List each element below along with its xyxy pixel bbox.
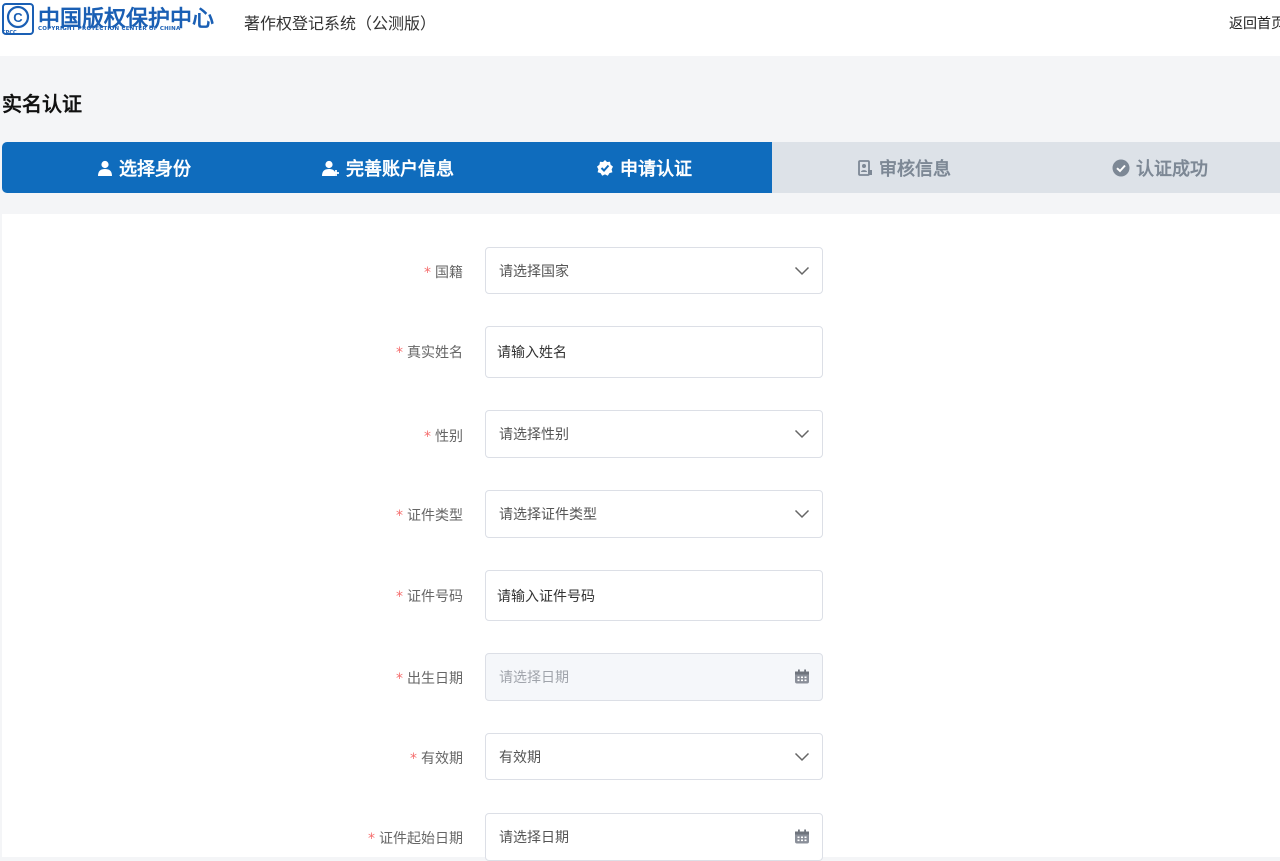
step-label: 申请认证 bbox=[620, 158, 692, 180]
badge-check-icon bbox=[596, 159, 614, 177]
step-label: 选择身份 bbox=[119, 158, 191, 180]
user-add-icon bbox=[322, 160, 340, 176]
step-label: 审核信息 bbox=[879, 158, 951, 180]
gender-select[interactable]: 请选择性别 bbox=[485, 410, 823, 458]
label-text: 性别 bbox=[435, 429, 463, 445]
chevron-down-icon bbox=[794, 266, 810, 276]
label-text: 国籍 bbox=[435, 265, 463, 281]
required-mark: * bbox=[424, 429, 431, 445]
id-type-select[interactable]: 请选择证件类型 bbox=[485, 490, 823, 538]
select-placeholder: 有效期 bbox=[499, 749, 541, 766]
id-number-label: * 证件号码 bbox=[396, 586, 463, 606]
required-mark: * bbox=[396, 671, 403, 687]
step-review-info: 审核信息 bbox=[792, 142, 1016, 193]
label-text: 证件起始日期 bbox=[379, 831, 463, 847]
logo-english-name: COPYRIGHT PROTECTION CENTER OF CHINA bbox=[38, 26, 181, 32]
step-certification-success: 认证成功 bbox=[1048, 142, 1272, 193]
required-mark: * bbox=[396, 589, 403, 605]
input-placeholder: 请输入姓名 bbox=[497, 345, 567, 361]
birth-date-label: * 出生日期 bbox=[396, 668, 463, 688]
gender-label: * 性别 bbox=[424, 426, 463, 446]
calendar-icon bbox=[794, 829, 810, 845]
step-complete-account: 完善账户信息 bbox=[276, 142, 500, 193]
nationality-select[interactable]: 请选择国家 bbox=[485, 247, 823, 294]
real-name-label: * 真实姓名 bbox=[396, 342, 463, 362]
id-start-date-picker[interactable]: 请选择日期 bbox=[485, 813, 823, 861]
step-select-identity: 选择身份 bbox=[32, 142, 256, 193]
select-placeholder: 请选择国家 bbox=[499, 263, 569, 280]
select-placeholder: 请选择证件类型 bbox=[499, 507, 597, 523]
label-text: 证件号码 bbox=[407, 589, 463, 605]
system-title: 著作权登记系统（公测版） bbox=[244, 14, 437, 33]
step-label: 完善账户信息 bbox=[346, 158, 454, 180]
id-start-date-label: * 证件起始日期 bbox=[368, 828, 463, 848]
required-mark: * bbox=[396, 345, 403, 361]
step-apply-certification: 申请认证 bbox=[532, 142, 756, 193]
label-text: 有效期 bbox=[421, 751, 463, 767]
chevron-down-icon bbox=[794, 429, 810, 439]
chevron-down-icon bbox=[794, 509, 810, 519]
cpcc-logo[interactable]: C CPCC 中国版权保护中心 COPYRIGHT PROTECTION CEN… bbox=[2, 2, 226, 36]
top-header: C CPCC 中国版权保护中心 COPYRIGHT PROTECTION CEN… bbox=[0, 0, 1280, 56]
circle-check-icon bbox=[1112, 159, 1130, 177]
user-icon bbox=[97, 160, 113, 176]
label-text: 证件类型 bbox=[407, 508, 463, 524]
id-number-input[interactable]: 请输入证件号码 bbox=[485, 570, 823, 621]
date-placeholder: 请选择日期 bbox=[499, 830, 569, 846]
real-name-input[interactable]: 请输入姓名 bbox=[485, 326, 823, 378]
validity-select[interactable]: 有效期 bbox=[485, 733, 823, 780]
chevron-down-icon bbox=[794, 752, 810, 762]
label-text: 真实姓名 bbox=[407, 345, 463, 361]
required-mark: * bbox=[396, 508, 403, 524]
input-placeholder: 请输入证件号码 bbox=[497, 588, 595, 605]
document-user-icon bbox=[857, 159, 873, 176]
progress-steps: 选择身份 完善账户信息 申请认证 审核信息 认证成功 bbox=[2, 142, 1280, 193]
required-mark: * bbox=[368, 831, 375, 847]
step-label: 认证成功 bbox=[1136, 158, 1208, 180]
back-home-link[interactable]: 返回首页 bbox=[1229, 13, 1280, 33]
nationality-label: * 国籍 bbox=[424, 262, 463, 282]
birth-date-picker[interactable]: 请选择日期 bbox=[485, 653, 823, 701]
required-mark: * bbox=[410, 751, 417, 767]
validity-label: * 有效期 bbox=[410, 748, 463, 768]
label-text: 出生日期 bbox=[407, 671, 463, 687]
select-placeholder: 请选择性别 bbox=[499, 427, 569, 443]
required-mark: * bbox=[424, 265, 431, 281]
page-title: 实名认证 bbox=[2, 92, 82, 116]
logo-abbr: CPCC bbox=[2, 30, 17, 36]
date-placeholder: 请选择日期 bbox=[499, 670, 569, 686]
id-type-label: * 证件类型 bbox=[396, 505, 463, 525]
svg-text:C: C bbox=[13, 10, 23, 25]
calendar-icon bbox=[794, 669, 810, 685]
